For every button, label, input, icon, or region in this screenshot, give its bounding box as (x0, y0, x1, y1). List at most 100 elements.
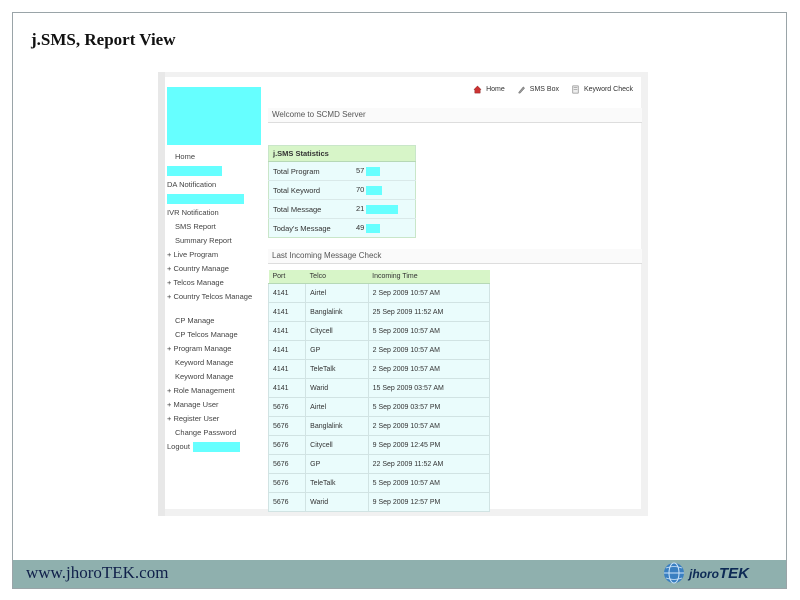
table-row: 4141 Banglalink 25 Sep 2009 11:52 AM (267, 302, 491, 322)
column-header-telco: Telco (305, 270, 369, 284)
menu-item-label: + Country Telcos Manage (167, 292, 253, 301)
menu-item[interactable]: + Manage User (167, 398, 265, 412)
port-cell: 4141 (267, 340, 307, 360)
table-row: 5676 Citycell 9 Sep 2009 12:45 PM (267, 435, 491, 455)
report-screenshot: Home SMS Box Keyword Check Home DA Notifi… (158, 72, 648, 516)
menu-item[interactable] (167, 192, 265, 206)
statistics-value-cell: 57 (352, 161, 416, 181)
menu-item[interactable]: CP Telcos Manage (167, 328, 265, 342)
port-cell: 4141 (267, 359, 307, 379)
telco-cell: Airtel (305, 397, 369, 417)
telco-cell: GP (305, 340, 369, 360)
incoming-time-cell: 2 Sep 2009 10:57 AM (367, 283, 491, 303)
redacted-menu-item (167, 194, 244, 205)
statistics-row: Total Program 57 (268, 161, 416, 181)
menu-item[interactable]: Keyword Manage (167, 370, 265, 384)
redacted-user-name (192, 442, 240, 453)
table-row: 5676 GP 22 Sep 2009 11:52 AM (267, 454, 491, 474)
menu-item-label: + Register User (167, 414, 220, 423)
nav-keyword-check[interactable]: Keyword Check (571, 85, 633, 94)
menu-item-label: IVR Notification (167, 208, 219, 217)
port-cell: 5676 (267, 435, 307, 455)
incoming-time-cell: 9 Sep 2009 12:57 PM (367, 492, 491, 512)
menu-item[interactable]: + Program Manage (167, 342, 265, 356)
top-navigation: Home SMS Box Keyword Check (473, 85, 633, 94)
telco-cell: Banglalink (305, 416, 369, 436)
pen-icon (518, 86, 525, 94)
incoming-time-cell: 2 Sep 2009 10:57 AM (367, 359, 491, 379)
nav-home-label: Home (486, 86, 505, 93)
sidebar-menu: Home DA Notification IVR Notification SMS R… (167, 150, 265, 454)
statistics-header: j.SMS Statistics (268, 145, 416, 162)
footer-url[interactable]: www.jhoroTEK.com (26, 563, 168, 583)
incoming-time-cell: 15 Sep 2009 03:57 AM (367, 378, 491, 398)
table-row: 4141 TeleTalk 2 Sep 2009 10:57 AM (267, 359, 491, 379)
port-cell: 5676 (267, 473, 307, 493)
telco-cell: Airtel (305, 283, 369, 303)
incoming-time-cell: 9 Sep 2009 12:45 PM (367, 435, 491, 455)
statistics-table: j.SMS Statistics Total Program 57 Total Ke… (268, 145, 416, 238)
menu-item-label: + Country Manage (167, 264, 229, 273)
menu-item[interactable]: Change Password (167, 426, 265, 440)
statistics-value: 70 (356, 185, 365, 195)
telco-cell: Warid (305, 492, 369, 512)
telco-cell: TeleTalk (305, 359, 369, 379)
company-logo: jhoroTEK (662, 561, 749, 585)
menu-item-label: DA Notification (167, 180, 217, 189)
incoming-time-cell: 2 Sep 2009 10:57 AM (367, 340, 491, 360)
incoming-time-cell: 5 Sep 2009 10:57 AM (367, 321, 491, 341)
menu-item[interactable]: + Country Manage (167, 262, 265, 276)
incoming-time-cell: 22 Sep 2009 11:52 AM (367, 454, 491, 474)
table-row: 4141 Warid 15 Sep 2009 03:57 AM (267, 378, 491, 398)
column-header-incoming-time: Incoming Time (368, 270, 490, 284)
menu-item[interactable]: + Register User (167, 412, 265, 426)
nav-sms-box[interactable]: SMS Box (517, 85, 559, 94)
menu-item[interactable]: Logout (167, 440, 265, 454)
port-cell: 4141 (267, 321, 307, 341)
globe-icon (664, 562, 684, 584)
menu-item[interactable]: SMS Report (167, 220, 265, 234)
menu-item[interactable]: IVR Notification (167, 206, 265, 220)
nav-sms-box-label: SMS Box (529, 86, 559, 93)
menu-item-label: Keyword Manage (175, 358, 234, 367)
table-row: 5676 Warid 9 Sep 2009 12:57 PM (267, 492, 491, 512)
incoming-time-cell: 2 Sep 2009 10:57 AM (367, 416, 491, 436)
menu-item[interactable]: Summary Report (167, 234, 265, 248)
menu-item[interactable]: Home (167, 150, 265, 164)
statistics-label: Today's Message (268, 218, 352, 238)
menu-item-label: + Live Program (167, 250, 219, 259)
menu-item[interactable]: Keyword Manage (167, 356, 265, 370)
telco-cell: GP (305, 454, 369, 474)
home-icon (473, 85, 482, 94)
report-page: Home SMS Box Keyword Check Home DA Notifi… (165, 77, 642, 512)
telco-cell: Banglalink (305, 302, 369, 322)
menu-item-label: Change Password (175, 428, 237, 437)
menu-item[interactable]: + Telcos Manage (167, 276, 265, 290)
menu-item[interactable]: + Live Program (167, 248, 265, 262)
table-row: 5676 Airtel 5 Sep 2009 03:57 PM (267, 397, 491, 417)
menu-item-label: CP Telcos Manage (175, 330, 238, 339)
port-cell: 4141 (267, 378, 307, 398)
menu-item[interactable] (167, 164, 265, 178)
telco-cell: Warid (305, 378, 369, 398)
menu-item[interactable]: DA Notification (167, 178, 265, 192)
statistics-value: 57 (356, 166, 365, 176)
port-cell: 5676 (267, 397, 307, 417)
document-icon (572, 85, 579, 94)
nav-home[interactable]: Home (473, 85, 505, 94)
port-cell: 4141 (267, 302, 307, 322)
telco-cell: Citycell (305, 321, 369, 341)
menu-item-label: Home (175, 152, 196, 161)
menu-item[interactable]: CP Manage (167, 314, 265, 328)
slide-title: j.SMS, Report View (31, 30, 176, 49)
menu-item[interactable]: + Role Management (167, 384, 265, 398)
statistics-label: Total Message (268, 199, 352, 219)
column-header-port: Port (268, 270, 306, 284)
menu-item[interactable]: + Country Telcos Manage (167, 290, 265, 314)
incoming-time-cell: 5 Sep 2009 03:57 PM (367, 397, 491, 417)
port-cell: 4141 (267, 283, 307, 303)
statistics-bar (366, 204, 399, 214)
statistics-row: Today's Message 49 (268, 218, 416, 238)
menu-item-label: CP Manage (175, 316, 215, 325)
statistics-label: Total Keyword (268, 180, 352, 200)
